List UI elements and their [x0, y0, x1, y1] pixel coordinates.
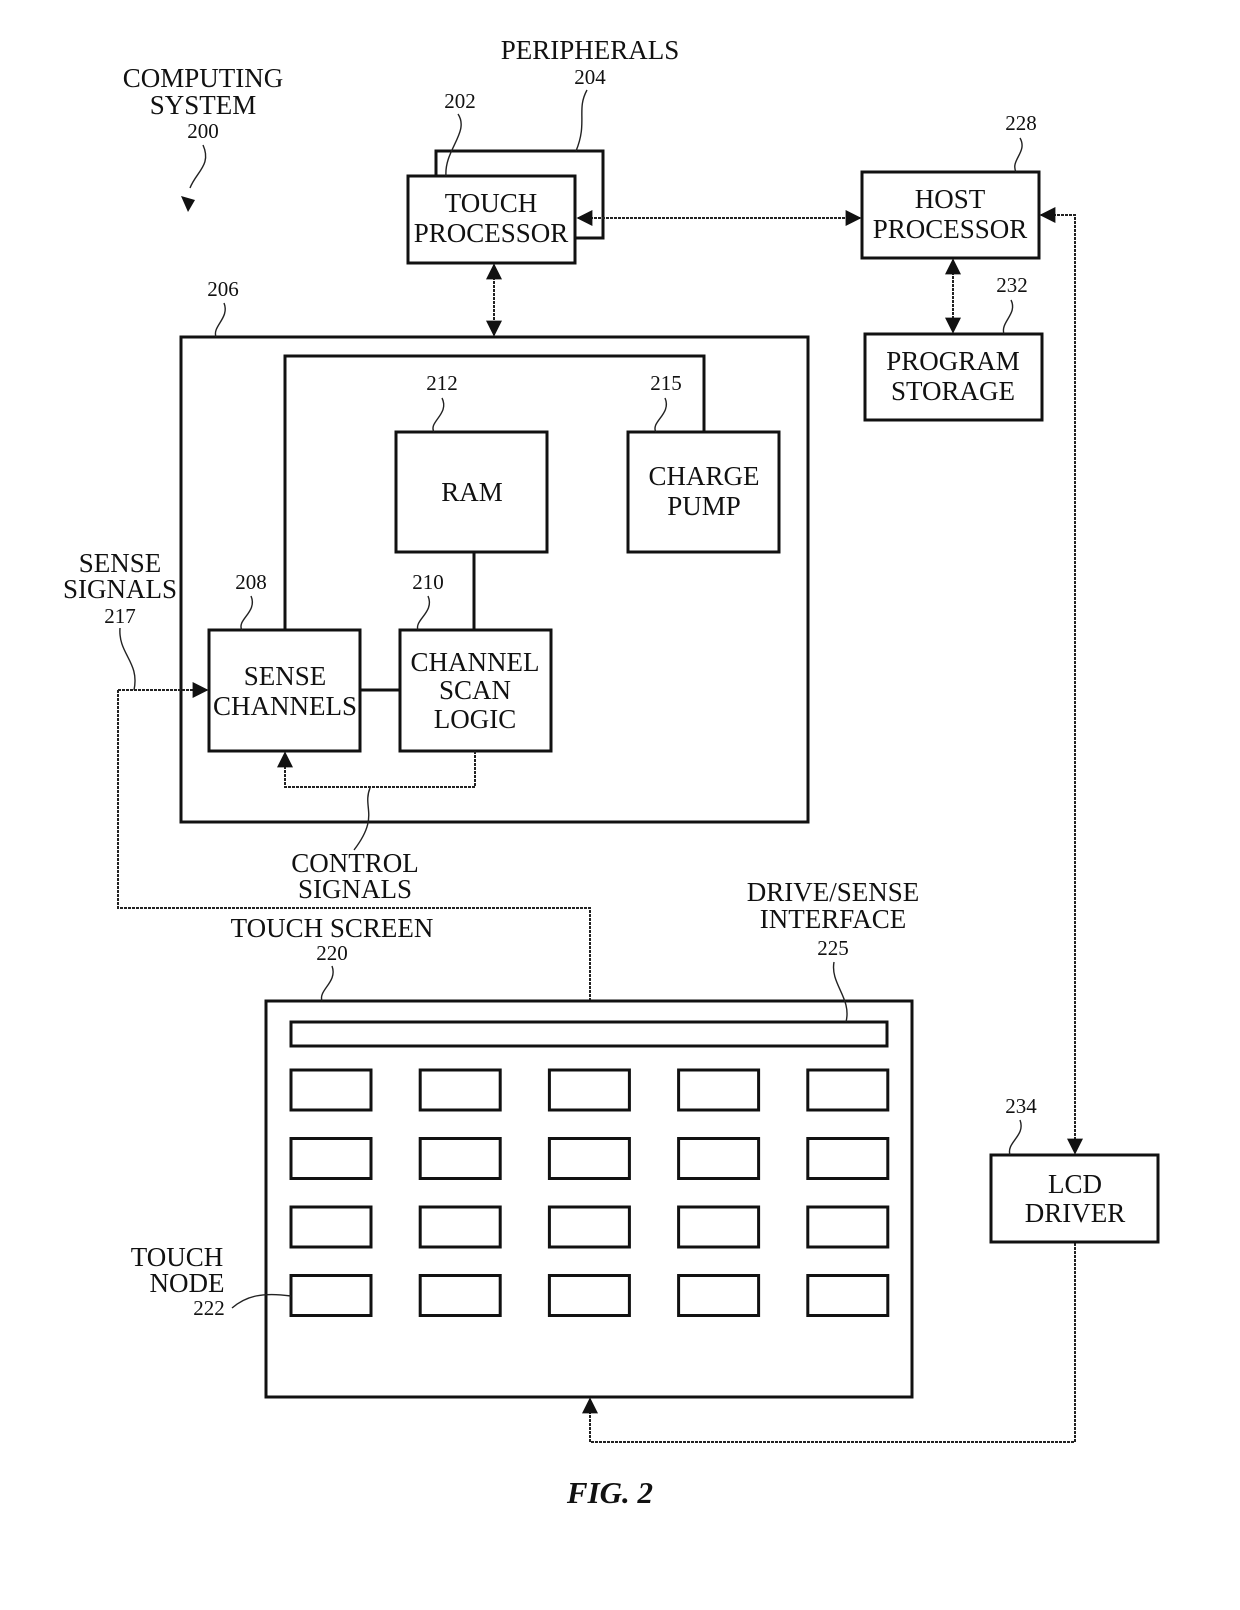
host-processor-leader-line — [1014, 137, 1023, 173]
channel-scan-logic-ref: 210 — [412, 570, 444, 594]
touch-node[interactable] — [418, 1068, 502, 1112]
touch-node[interactable] — [418, 1205, 502, 1249]
peripherals-leader-line — [575, 89, 588, 152]
ram-ref: 212 — [426, 371, 458, 395]
ram-label: RAM — [441, 477, 503, 507]
system-leader-line — [189, 144, 207, 189]
sense-signals-label-line-2: SIGNALS — [63, 574, 177, 604]
touch-screen-ref: 220 — [316, 941, 348, 965]
sense-channels-label-line-1: SENSE — [244, 661, 327, 691]
system-ref: 200 — [187, 119, 219, 143]
system-label-line-2: SYSTEM — [150, 90, 257, 120]
touch-node[interactable] — [677, 1068, 761, 1112]
computing-system-label: COMPUTING SYSTEM 200 — [123, 63, 284, 212]
touch-node[interactable] — [418, 1274, 502, 1317]
charge-pump-ref: 215 — [650, 371, 682, 395]
drive-sense-interface-label-line-2: INTERFACE — [760, 904, 907, 934]
touch-node-label-line-2: NODE — [150, 1268, 225, 1298]
system-arrowhead-icon — [181, 196, 195, 212]
drive-sense-interface-label-line-1: DRIVE/SENSE — [747, 877, 920, 907]
program-storage-label-line-2: STORAGE — [891, 376, 1015, 406]
touch-processor-ref: 202 — [444, 89, 476, 113]
figure-title: FIG. 2 — [566, 1475, 653, 1510]
sense-channels-label-line-2: CHANNELS — [213, 691, 357, 721]
touch-screen-box[interactable] — [264, 999, 914, 1399]
sense-channels-ref: 208 — [235, 570, 267, 594]
touch-node[interactable] — [677, 1137, 761, 1180]
control-signals-label: CONTROL SIGNALS — [291, 848, 419, 904]
touch-node[interactable] — [547, 1205, 631, 1249]
sense-signals-label: SENSE SIGNALS 217 — [63, 548, 177, 691]
host-lcd-driver-connector — [1039, 207, 1083, 1155]
touch-node[interactable] — [289, 1068, 373, 1112]
channel-scan-logic-label-line-2: SCAN — [439, 675, 511, 705]
peripherals-label: PERIPHERALS — [501, 35, 680, 65]
touch-node[interactable] — [418, 1137, 502, 1180]
host-processor-block[interactable]: HOST PROCESSOR 228 — [860, 111, 1041, 260]
channel-scan-logic-label-line-3: LOGIC — [434, 704, 517, 734]
lcd-driver-leader-line — [1008, 1119, 1022, 1156]
touch-node[interactable] — [806, 1205, 890, 1249]
control-signals-label-line-2: SIGNALS — [298, 874, 412, 904]
touch-screen-label: TOUCH SCREEN — [231, 913, 434, 943]
peripherals-ref: 204 — [574, 65, 606, 89]
touch-node[interactable] — [806, 1137, 890, 1180]
touch-node[interactable] — [547, 1137, 631, 1180]
touch-node[interactable] — [289, 1274, 373, 1317]
touch-node[interactable] — [547, 1274, 631, 1317]
program-storage-ref: 232 — [996, 273, 1028, 297]
program-storage-block[interactable]: PROGRAM STORAGE 232 — [863, 273, 1044, 422]
touch-processor-label-line-2: PROCESSOR — [414, 218, 569, 248]
touch-node[interactable] — [677, 1274, 761, 1317]
touch-node-ref: 222 — [193, 1296, 225, 1320]
charge-pump-label-line-1: CHARGE — [648, 461, 759, 491]
host-processor-ref: 228 — [1005, 111, 1037, 135]
touch-processor-block[interactable]: TOUCH PROCESSOR 202 — [406, 89, 577, 265]
touch-controller-ref: 206 — [207, 277, 239, 301]
drive-sense-interface-bar[interactable] — [289, 1020, 889, 1048]
touch-node[interactable] — [806, 1068, 890, 1112]
lcd-driver-label-line-1: LCD — [1048, 1169, 1102, 1199]
lcd-driver-label-line-2: DRIVER — [1025, 1198, 1126, 1228]
host-processor-label-line-1: HOST — [915, 184, 986, 214]
sense-signals-ref: 217 — [104, 604, 136, 628]
touch-node[interactable] — [677, 1205, 761, 1249]
touch-node[interactable] — [289, 1205, 373, 1249]
lcd-driver-block[interactable]: LCD DRIVER 234 — [989, 1094, 1160, 1244]
drive-sense-interface-ref: 225 — [817, 936, 849, 960]
touch-node[interactable] — [289, 1137, 373, 1180]
system-label-line-1: COMPUTING — [123, 63, 284, 93]
channel-scan-logic-label-line-1: CHANNEL — [411, 647, 540, 677]
charge-pump-label-line-2: PUMP — [667, 491, 741, 521]
touch-processor-label-line-1: TOUCH — [445, 188, 538, 218]
touch-controller-leader-line — [214, 302, 226, 338]
lcd-driver-ref: 234 — [1005, 1094, 1037, 1118]
sense-signals-leader-line — [119, 627, 136, 691]
program-storage-label-line-1: PROGRAM — [886, 346, 1020, 376]
touch-screen-leader-line — [320, 965, 334, 1002]
touch-node[interactable] — [547, 1068, 631, 1112]
touch-node[interactable] — [806, 1274, 890, 1317]
host-processor-label-line-2: PROCESSOR — [873, 214, 1028, 244]
program-storage-leader-line — [1002, 299, 1014, 335]
computing-system-diagram: COMPUTING SYSTEM 200 PERIPHERALS 204 TOU… — [63, 35, 1160, 1510]
